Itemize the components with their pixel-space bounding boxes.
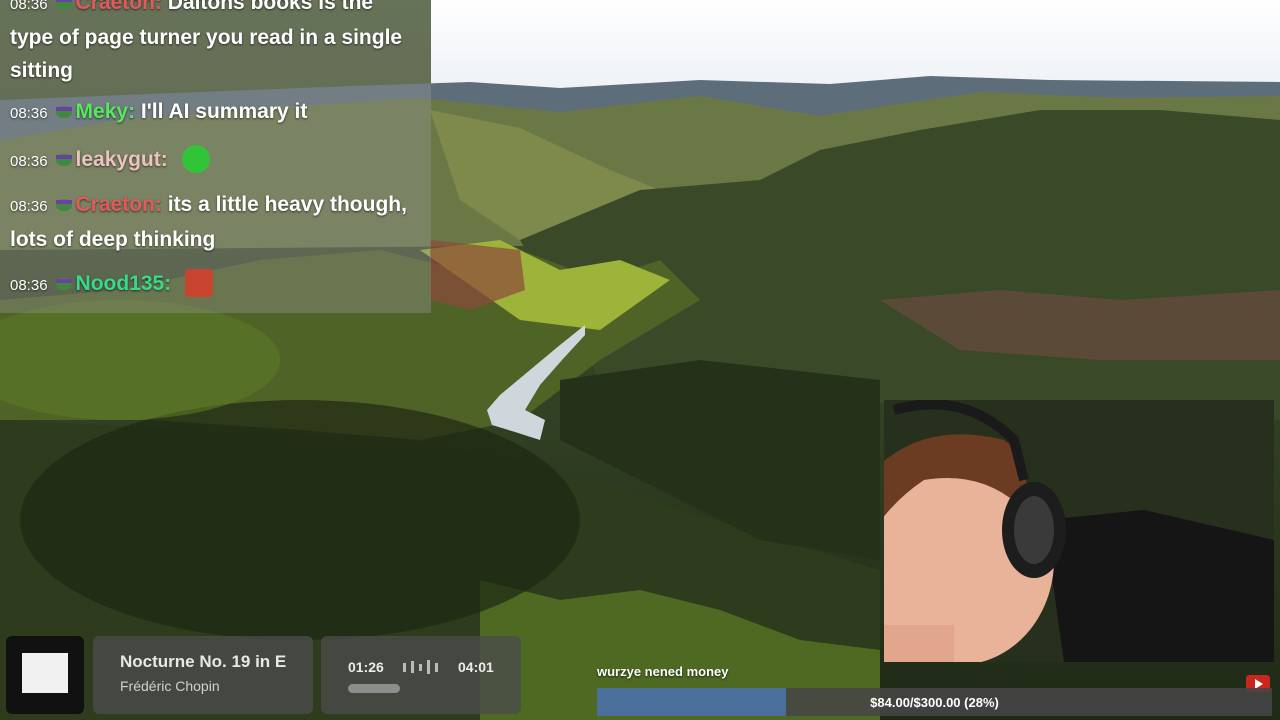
chat-timestamp: 08:36 — [10, 0, 48, 13]
chat-message: 08:36 Nood135: — [10, 267, 422, 302]
chat-message: 08:36 Meky: I'll AI summary it — [10, 95, 422, 130]
chat-timestamp: 08:36 — [10, 198, 48, 215]
webcam-feed — [884, 400, 1274, 662]
album-art — [6, 636, 84, 714]
badge-icon — [55, 278, 72, 290]
sick-emote-icon — [181, 145, 210, 173]
waveform-icon — [403, 660, 438, 674]
chat-colon: : — [128, 100, 141, 123]
track-title: Nocturne No. 19 in E Minor — [120, 652, 286, 671]
badge-icon — [55, 154, 72, 166]
total-time: 04:01 — [458, 659, 494, 675]
chat-username[interactable]: Meky — [76, 100, 129, 123]
chat-username[interactable]: Nood135 — [76, 272, 165, 295]
track-artist: Frédéric Chopin — [120, 678, 220, 694]
chat-timestamp: 08:36 — [10, 153, 48, 170]
chat-colon: : — [164, 272, 178, 295]
chat-colon: : — [154, 193, 168, 216]
goal-progress-text: $84.00/$300.00 (28%) — [870, 695, 999, 710]
goal-label: wurzye nened money — [597, 664, 729, 679]
chat-overlay: 08:36 Craeton: Daltons books is the type … — [0, 0, 431, 313]
badge-icon — [55, 0, 72, 9]
chat-text: Daltons books is the type of page turner… — [10, 0, 403, 82]
chat-timestamp: 08:36 — [10, 105, 48, 122]
chat-message: 08:36 leakygut: — [10, 143, 422, 178]
chat-message: 08:36 Craeton: its a little heavy though,… — [10, 188, 422, 256]
chat-username[interactable]: Craeton — [76, 0, 155, 14]
player-card: 01:26 04:01 — [321, 636, 521, 714]
goal-progress-bar: $84.00/$300.00 (28%) — [597, 688, 1272, 716]
chat-username[interactable]: Craeton — [76, 193, 155, 216]
current-time: 01:26 — [348, 659, 384, 675]
chat-colon: : — [154, 0, 168, 14]
playback-progress — [348, 684, 400, 693]
chat-message: 08:36 Craeton: Daltons books is the type … — [10, 0, 422, 87]
chat-text: I'll AI summary it — [140, 100, 308, 123]
badge-icon — [55, 199, 72, 211]
badge-icon — [55, 106, 72, 118]
chat-username[interactable]: leakygut — [76, 148, 161, 171]
chat-timestamp: 08:36 — [10, 277, 48, 294]
face-emote-icon — [185, 269, 214, 297]
now-playing-card: Nocturne No. 19 in E Minor Frédéric Chop… — [93, 636, 313, 714]
chat-colon: : — [160, 148, 174, 171]
